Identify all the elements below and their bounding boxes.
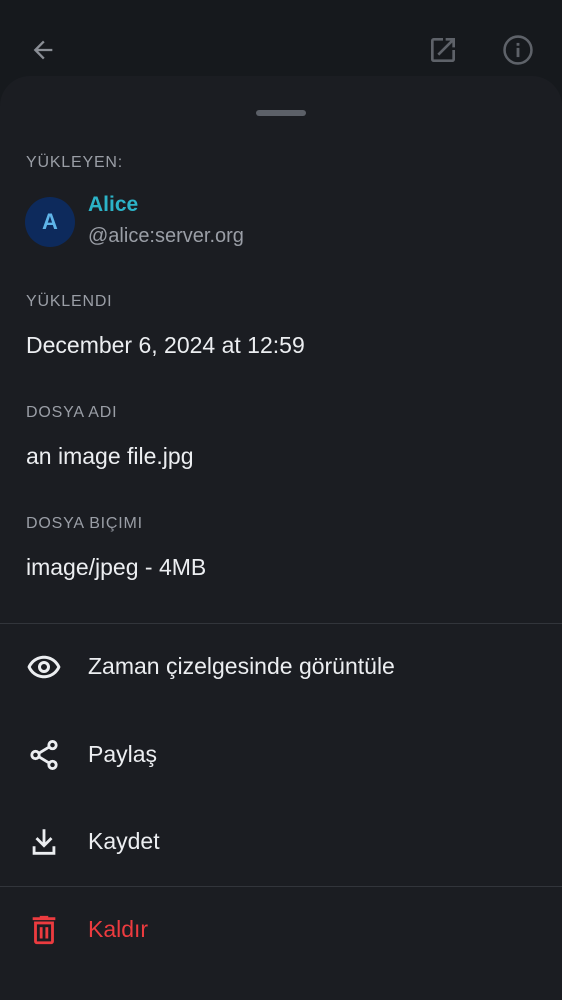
save-label: Kaydet <box>88 828 160 854</box>
uploader-label: YÜKLEYEN: <box>26 154 124 171</box>
avatar: A <box>25 197 75 247</box>
bottom-sheet: YÜKLEYEN: A Alice @alice:server.org YÜKL… <box>0 76 562 1000</box>
uploaded-date: December 6, 2024 at 12:59 <box>26 332 305 358</box>
download-icon <box>24 822 64 862</box>
info-icon[interactable] <box>498 30 538 70</box>
remove-label: Kaldır <box>88 916 149 942</box>
view-in-timeline-button[interactable]: Zaman çizelgesinde görüntüle <box>0 625 562 709</box>
media-details-screen: YÜKLEYEN: A Alice @alice:server.org YÜKL… <box>0 0 562 1000</box>
share-icon <box>24 735 64 775</box>
uploader-user-id: @alice:server.org <box>88 225 244 247</box>
file-format-label: DOSYA BIÇIMI <box>26 515 143 532</box>
open-external-icon[interactable] <box>423 30 463 70</box>
uploaded-label: YÜKLENDI <box>26 293 113 310</box>
view-in-timeline-label: Zaman çizelgesinde görüntüle <box>88 653 395 679</box>
divider <box>0 623 562 624</box>
trash-icon <box>24 910 64 950</box>
file-name-value: an image file.jpg <box>26 443 194 469</box>
drag-handle[interactable] <box>256 110 306 116</box>
share-button[interactable]: Paylaş <box>0 713 562 797</box>
uploader-name: Alice <box>88 193 139 216</box>
save-button[interactable]: Kaydet <box>0 800 562 884</box>
remove-button[interactable]: Kaldır <box>0 888 562 972</box>
back-arrow-icon[interactable] <box>23 30 63 70</box>
share-label: Paylaş <box>88 741 158 767</box>
file-format-value: image/jpeg - 4MB <box>26 554 207 580</box>
eye-icon <box>24 647 64 687</box>
divider <box>0 886 562 887</box>
file-name-label: DOSYA ADI <box>26 404 118 421</box>
